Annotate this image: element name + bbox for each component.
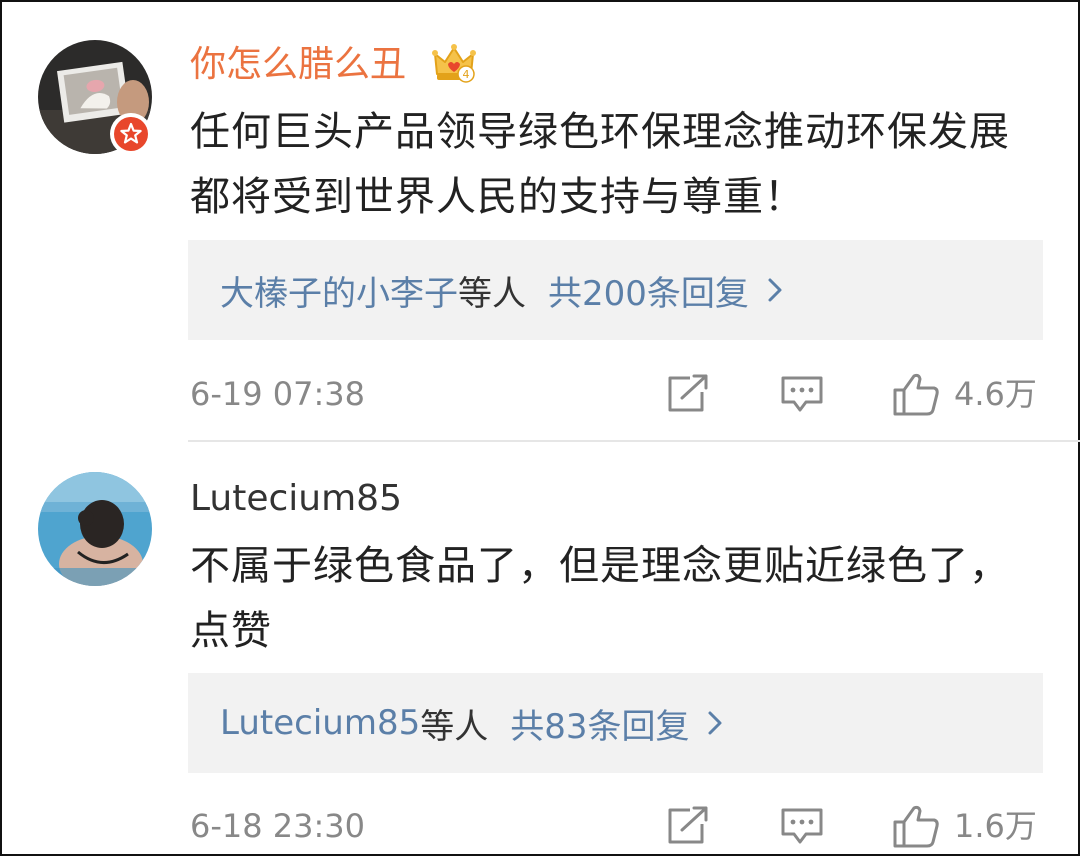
replies-preview[interactable]: 大榛子的小李子 等人 共200条回复 [188,240,1043,340]
reply-button[interactable] [780,804,824,848]
replies-suffix: 等人 [458,273,526,314]
reply-user-names[interactable]: 大榛子的小李子 [220,266,458,315]
comment-text: 不属于绿色食品了，但是理念更贴近绿色了，点赞 [190,543,1010,654]
reply-user-names[interactable]: Lutecium85 [220,703,420,743]
repost-button[interactable] [666,372,710,416]
comment-time: 6-18 23:30 [190,807,366,845]
share-icon [668,374,708,412]
replies-preview[interactable]: Lutecium85 等人 共83条回复 [188,673,1043,773]
comment-icon [781,376,823,412]
comment-text: 任何巨头产品领导绿色环保理念推动环保发展都将受到世界人民的支持与尊重！ [190,109,1010,220]
avatar[interactable] [38,472,152,586]
vip-level-label: 4 [463,68,470,81]
thumbs-up-icon [893,805,939,848]
like-button[interactable]: 4.6万 [892,372,1037,416]
replies-count[interactable]: 共200条回复 [548,266,749,315]
verified-badge-icon [110,113,152,155]
replies-count[interactable]: 共83条回复 [510,699,689,748]
share-icon [668,806,708,844]
comment-icon [781,808,823,844]
comment-meta: 6-19 07:38 4.6万 [190,372,1043,416]
like-button[interactable]: 1.6万 [892,804,1037,848]
comment-meta: 6-18 23:30 1.6万 [190,804,1043,848]
comment-divider [188,440,1080,442]
repost-button[interactable] [666,804,710,848]
comment-username[interactable]: Lutecium85 [190,477,402,521]
chevron-right-icon [707,710,723,736]
reply-button[interactable] [780,372,824,416]
crown-vip-icon[interactable]: 4 [431,40,477,86]
like-count: 4.6万 [954,375,1037,413]
like-count: 1.6万 [954,807,1037,845]
replies-suffix: 等人 [420,706,489,747]
avatar-image [38,472,152,586]
thumbs-up-icon [893,373,939,416]
chevron-right-icon [767,277,783,303]
comment-username[interactable]: 你怎么腊么丑 [190,43,406,87]
comment-time: 6-19 07:38 [190,375,366,413]
